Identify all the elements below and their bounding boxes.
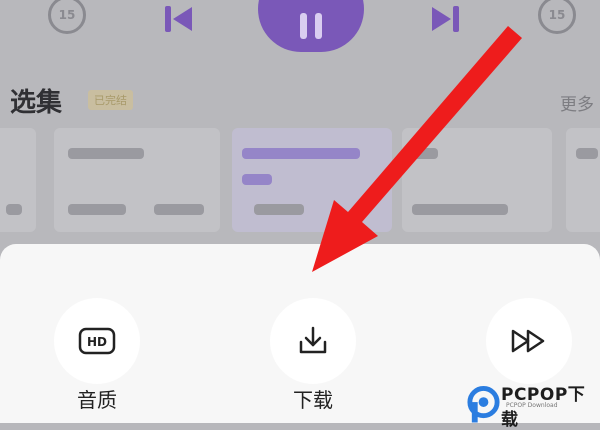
annotation-arrow [312, 26, 522, 272]
watermark-subtitle: PCPOP Download [506, 402, 558, 409]
pcpop-logo-icon [467, 386, 500, 423]
